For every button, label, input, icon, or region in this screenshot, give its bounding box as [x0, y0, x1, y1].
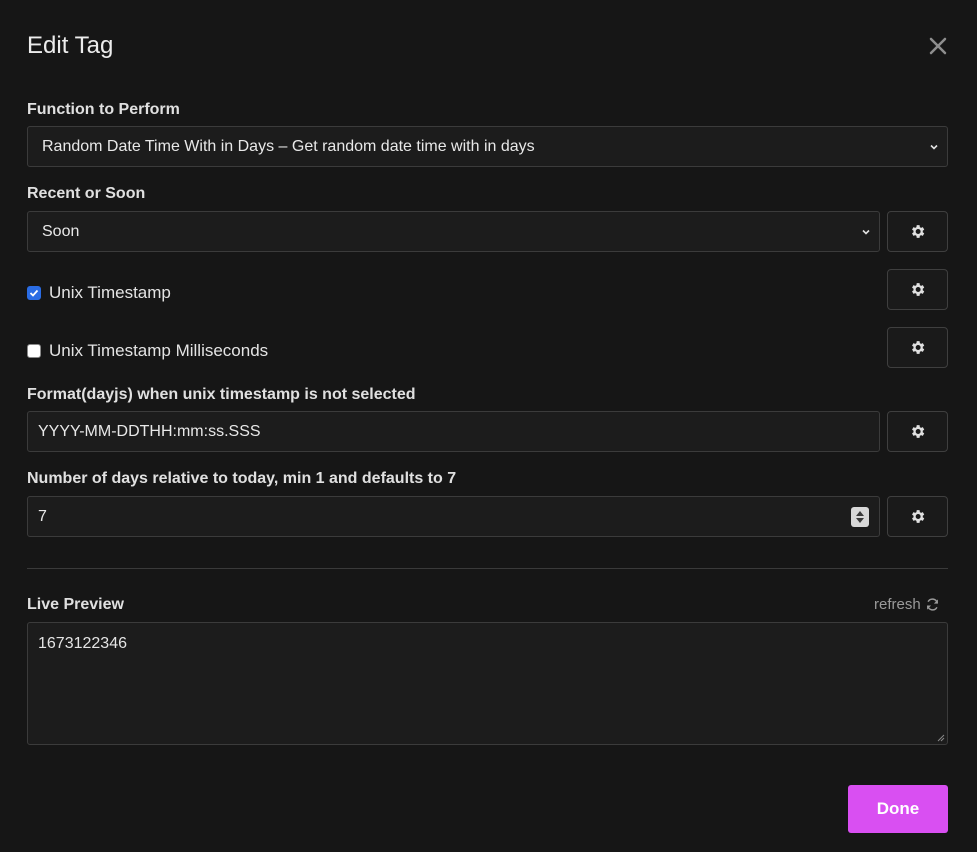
live-preview-textarea[interactable]: 1673122346 — [27, 622, 948, 745]
recent-or-soon-value: Soon — [42, 222, 80, 240]
resize-handle-icon[interactable] — [937, 734, 945, 742]
done-button[interactable]: Done — [848, 785, 948, 833]
refresh-label: refresh — [874, 596, 921, 613]
unix-timestamp-ms-settings-button[interactable] — [887, 327, 948, 368]
days-settings-button[interactable] — [887, 496, 948, 537]
days-input-value: 7 — [38, 507, 47, 525]
divider — [27, 568, 948, 569]
refresh-icon — [926, 598, 938, 611]
unix-timestamp-ms-checkbox[interactable] — [27, 344, 41, 358]
gear-icon — [912, 341, 925, 354]
format-label: Format(dayjs) when unix timestamp is not… — [27, 386, 416, 403]
recent-or-soon-settings-button[interactable] — [887, 211, 948, 252]
format-input[interactable]: YYYY-MM-DDTHH:mm:ss.SSS — [27, 411, 880, 452]
function-select[interactable]: Random Date Time With in Days – Get rand… — [27, 126, 948, 167]
dialog-title: Edit Tag — [27, 32, 114, 59]
refresh-link[interactable]: refresh — [874, 596, 940, 613]
unix-timestamp-ms-label: Unix Timestamp Milliseconds — [49, 341, 269, 360]
function-select-value: Random Date Time With in Days – Get rand… — [42, 137, 535, 155]
days-input[interactable]: 7 — [27, 496, 880, 537]
chevron-down-icon — [862, 229, 870, 235]
recent-or-soon-select[interactable]: Soon — [27, 211, 880, 252]
unix-timestamp-ms-row: Unix Timestamp Milliseconds — [27, 341, 268, 361]
function-label: Function to Perform — [27, 101, 180, 118]
days-stepper[interactable] — [851, 506, 869, 527]
unix-timestamp-checkbox[interactable] — [27, 286, 41, 300]
days-label: Number of days relative to today, min 1 … — [27, 470, 457, 487]
unix-timestamp-label: Unix Timestamp — [49, 283, 171, 302]
gear-icon — [912, 225, 925, 238]
live-preview-value: 1673122346 — [38, 635, 127, 652]
format-settings-button[interactable] — [887, 411, 948, 452]
gear-icon — [912, 283, 925, 296]
format-input-value: YYYY-MM-DDTHH:mm:ss.SSS — [38, 422, 261, 440]
gear-icon — [912, 425, 925, 438]
close-icon[interactable] — [924, 31, 952, 61]
recent-or-soon-label: Recent or Soon — [27, 185, 146, 202]
edit-tag-dialog: Edit Tag Function to Perform Random Date… — [0, 0, 977, 852]
unix-timestamp-settings-button[interactable] — [887, 269, 948, 310]
unix-timestamp-row: Unix Timestamp — [27, 283, 171, 303]
gear-icon — [912, 510, 925, 523]
live-preview-label: Live Preview — [27, 596, 124, 613]
chevron-down-icon — [930, 144, 938, 150]
